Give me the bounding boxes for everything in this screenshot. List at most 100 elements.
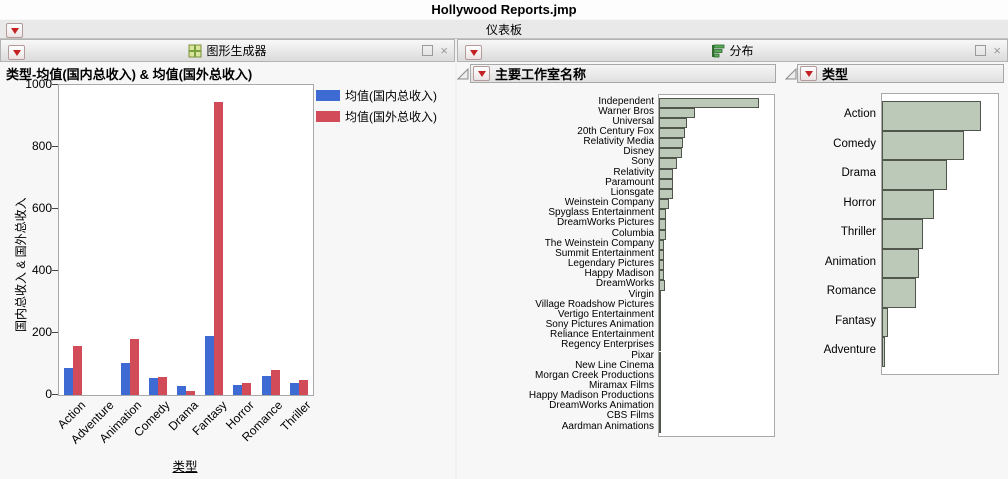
y-tick-label: 0	[45, 386, 52, 401]
histogram-bar[interactable]	[659, 381, 661, 393]
legend-swatch	[316, 111, 340, 122]
red-triangle-menu-icon[interactable]	[6, 23, 23, 38]
category-label: Animation	[824, 255, 876, 268]
histogram-bar[interactable]	[659, 422, 661, 433]
histogram-bar[interactable]	[882, 160, 947, 190]
category-label: Aardman Animations	[561, 420, 654, 432]
chart-legend: 均值(国内总收入) 均值(国外总收入)	[316, 87, 437, 125]
bar-domestic-mean[interactable]	[64, 367, 74, 395]
distribution-panel-header: 分布 ×	[457, 39, 1008, 62]
grouped-bar-plot[interactable]	[58, 84, 314, 396]
red-triangle-menu-icon[interactable]	[465, 45, 482, 60]
bar-domestic-mean[interactable]	[233, 384, 243, 395]
histogram-bar[interactable]	[659, 371, 661, 382]
y-tick-mark	[52, 84, 58, 85]
bar-domestic-mean[interactable]	[261, 376, 271, 395]
red-triangle-menu-icon[interactable]	[473, 66, 490, 81]
bar-domestic-mean[interactable]	[205, 336, 215, 395]
bar-domestic-mean[interactable]	[289, 382, 299, 395]
category-label: Drama	[841, 167, 876, 179]
histogram-bar[interactable]	[659, 239, 664, 250]
studio-report-header[interactable]: 主要工作室名称	[470, 64, 776, 83]
histogram-bar[interactable]	[659, 127, 686, 139]
bar-foreign-mean[interactable]	[129, 339, 139, 395]
studio-report-title: 主要工作室名称	[495, 67, 587, 82]
maximize-icon[interactable]	[975, 45, 987, 56]
category-label: Thriller	[840, 226, 876, 238]
histogram-bar[interactable]	[659, 178, 673, 189]
y-tick-mark	[52, 394, 58, 395]
histogram-bar[interactable]	[659, 219, 667, 230]
graph-builder-panel-title: 图形生成器	[206, 44, 267, 58]
graph-builder-panel-header: 图形生成器 ×	[0, 39, 455, 62]
histogram-bar[interactable]	[659, 412, 661, 423]
histogram-bar[interactable]	[882, 219, 923, 249]
histogram-bar[interactable]	[659, 249, 664, 261]
histogram-bar[interactable]	[659, 321, 661, 332]
histogram-bar[interactable]	[659, 361, 661, 372]
red-triangle-menu-icon[interactable]	[8, 45, 25, 60]
close-icon[interactable]: ×	[993, 44, 1001, 57]
genre-histogram-plot[interactable]	[881, 93, 999, 375]
histogram-bar[interactable]	[659, 148, 682, 159]
histogram-bar[interactable]	[659, 199, 670, 210]
histogram-bar[interactable]	[659, 229, 667, 240]
histogram-bar[interactable]	[882, 101, 981, 131]
histogram-bar[interactable]	[659, 392, 661, 403]
histogram-bar[interactable]	[659, 341, 661, 352]
histogram-bar[interactable]	[659, 331, 661, 342]
y-tick-label: 1000	[25, 76, 52, 91]
legend-item: 均值(国外总收入)	[316, 108, 437, 125]
bar-foreign-mean[interactable]	[214, 102, 224, 395]
histogram-bar[interactable]	[659, 260, 664, 271]
bar-domestic-mean[interactable]	[148, 378, 158, 395]
bar-foreign-mean[interactable]	[186, 390, 195, 395]
genre-report-header[interactable]: 类型	[797, 64, 1004, 83]
jmp-dashboard-window: Hollywood Reports.jmp 仪表板 图形生成器 × 分布 × 类…	[0, 0, 1008, 479]
histogram-bar[interactable]	[659, 270, 664, 281]
bar-foreign-mean[interactable]	[242, 382, 252, 395]
histogram-bar[interactable]	[659, 117, 687, 128]
disclosure-triangle-icon[interactable]	[457, 68, 469, 80]
category-label: Regency Enterprises	[561, 339, 654, 351]
distribution-icon	[712, 44, 725, 57]
disclosure-triangle-icon[interactable]	[785, 68, 797, 80]
histogram-bar[interactable]	[659, 188, 673, 200]
histogram-bar[interactable]	[882, 130, 965, 160]
red-triangle-glyph	[477, 70, 486, 77]
x-axis-title[interactable]: 类型	[58, 456, 312, 475]
bar-foreign-mean[interactable]	[73, 346, 83, 395]
close-icon[interactable]: ×	[440, 44, 448, 57]
histogram-bar[interactable]	[882, 189, 935, 219]
red-triangle-glyph	[10, 27, 19, 34]
histogram-bar[interactable]	[659, 300, 661, 311]
bar-domestic-mean[interactable]	[120, 363, 130, 395]
y-tick-mark	[52, 208, 58, 209]
histogram-bar[interactable]	[659, 138, 684, 149]
red-triangle-menu-icon[interactable]	[800, 66, 817, 81]
bar-foreign-mean[interactable]	[157, 377, 167, 395]
histogram-bar[interactable]	[659, 310, 661, 322]
histogram-bar[interactable]	[659, 209, 667, 220]
y-tick-label: 600	[31, 200, 52, 215]
histogram-bar[interactable]	[659, 280, 665, 291]
graph-builder-icon	[188, 44, 202, 57]
histogram-bar[interactable]	[882, 278, 916, 308]
histogram-bar[interactable]	[659, 158, 677, 169]
maximize-icon[interactable]	[422, 45, 434, 56]
histogram-bar[interactable]	[882, 337, 885, 367]
bar-foreign-mean[interactable]	[270, 370, 280, 395]
histogram-bar[interactable]	[659, 290, 662, 301]
dashboard-bar: 仪表板	[0, 19, 1008, 39]
histogram-bar[interactable]	[882, 307, 889, 337]
legend-label: 均值(国外总收入)	[345, 110, 437, 124]
histogram-bar[interactable]	[659, 168, 673, 179]
histogram-bar[interactable]	[659, 351, 661, 362]
bar-foreign-mean[interactable]	[298, 380, 308, 395]
red-triangle-glyph	[12, 49, 21, 56]
histogram-bar[interactable]	[659, 402, 661, 413]
category-label: Comedy	[833, 137, 876, 150]
legend-label: 均值(国内总收入)	[345, 89, 437, 103]
bar-domestic-mean[interactable]	[177, 385, 186, 395]
histogram-bar[interactable]	[882, 248, 920, 278]
